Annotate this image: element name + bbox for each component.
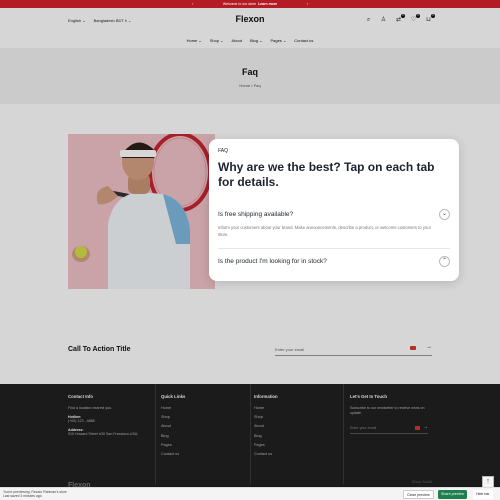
announcement-prev-icon[interactable]: ‹ <box>192 1 193 6</box>
share-preview-button[interactable]: Share preview <box>438 490 467 499</box>
chevron-up-icon[interactable]: ⌃ <box>439 256 450 267</box>
announcement-next-icon[interactable]: › <box>307 1 308 6</box>
announcement-bar: ‹ Welcome to our store Learn more › <box>0 0 500 8</box>
preview-bar: You're previewing: Rezaur Rahman's store… <box>0 487 500 500</box>
faq-card: FAQ Why are we the best? Tap on each tab… <box>209 139 459 281</box>
announcement-text: Welcome to our store <box>222 2 257 6</box>
chevron-down-icon[interactable]: ⌄ <box>439 209 450 220</box>
faq-question[interactable]: Is free shipping available? <box>218 211 450 218</box>
preview-saved-text: Last saved 3 minutes ago <box>3 494 42 499</box>
announcement-link[interactable]: Learn more <box>258 2 277 6</box>
faq-question[interactable]: Is the product I'm looking for in stock? <box>218 258 450 265</box>
faq-tag: FAQ <box>218 148 229 154</box>
faq-item[interactable]: Is the product I'm looking for in stock?… <box>218 256 450 267</box>
faq-heading: Why are we the best? Tap on each tab for… <box>218 160 435 189</box>
close-preview-button[interactable]: Close preview <box>403 490 434 499</box>
faq-item[interactable]: Is free shipping available? Inform your … <box>218 209 450 239</box>
faq-divider <box>218 248 450 249</box>
faq-answer: Inform your customers about your brand. … <box>218 225 431 237</box>
preview-info: You're previewing: Rezaur Rahman's store… <box>3 490 67 499</box>
hide-bar-button[interactable]: Hide bar <box>473 490 493 499</box>
